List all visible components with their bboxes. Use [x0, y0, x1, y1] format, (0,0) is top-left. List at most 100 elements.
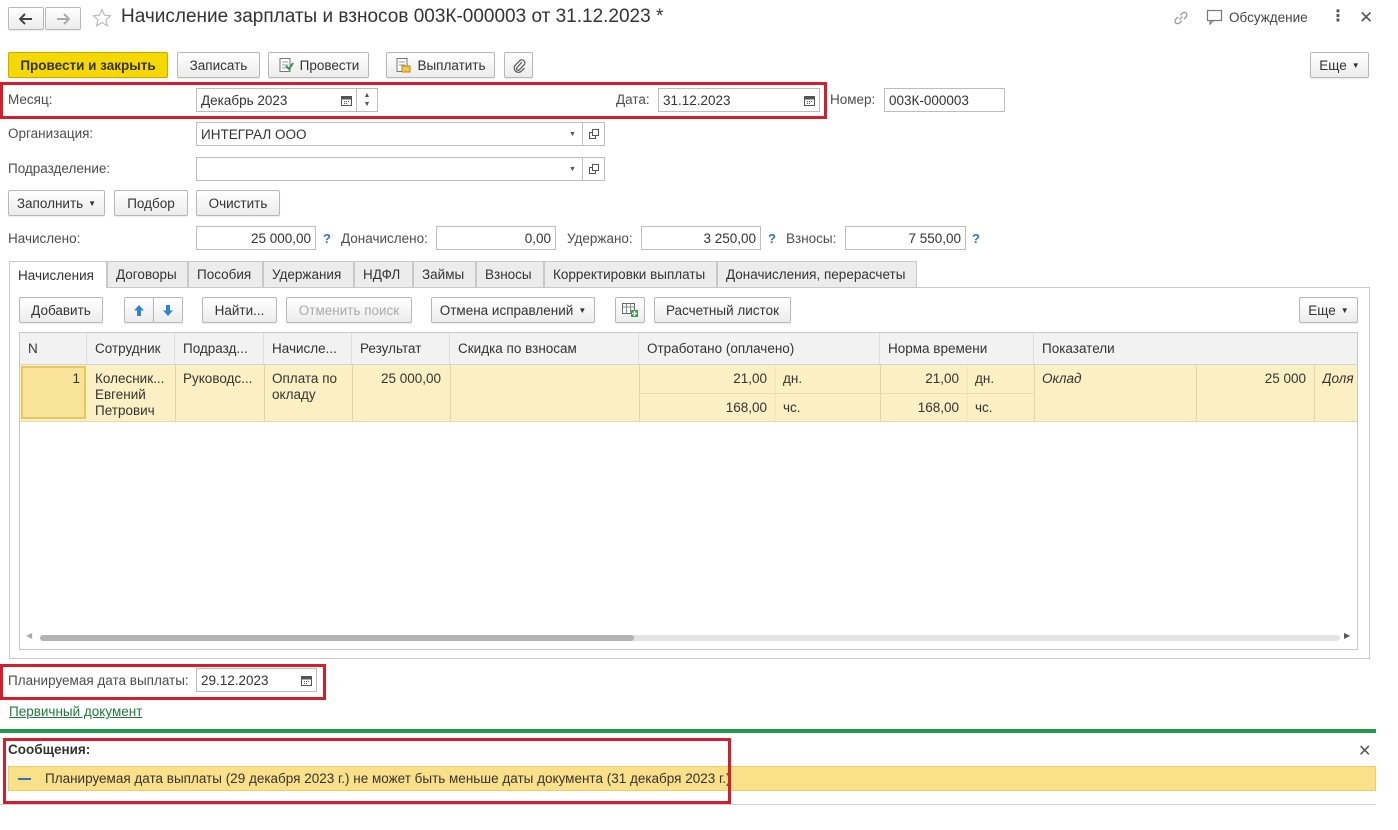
- tab-accruals[interactable]: Начисления: [9, 261, 107, 288]
- pay-date-calendar-button[interactable]: [296, 668, 317, 692]
- bottom-divider: [0, 804, 1376, 805]
- spin-up-icon[interactable]: ▲: [364, 91, 371, 100]
- accrued-help-icon[interactable]: ?: [323, 231, 331, 246]
- tab-deductions[interactable]: Удержания: [263, 261, 354, 287]
- accruals-table: N Сотрудник Подразд... Начисле... Резуль…: [19, 332, 1358, 650]
- column-header-n[interactable]: N: [20, 333, 87, 364]
- horizontal-scrollbar[interactable]: ◀ ▶: [20, 631, 1357, 645]
- kebab-menu-icon[interactable]: ⋮: [1330, 9, 1346, 27]
- accrued-label: Начислено:: [8, 231, 81, 246]
- cell-employee-line1: Колесник...: [95, 371, 165, 386]
- cell-norm-hours: 168,00: [917, 400, 959, 415]
- calendar-icon: [300, 675, 312, 686]
- grid-line: [264, 365, 265, 421]
- cell-norm-days: 21,00: [925, 371, 959, 386]
- cancel-corrections-button[interactable]: Отмена исправлений ▼: [431, 297, 595, 323]
- organization-open-button[interactable]: [583, 122, 605, 146]
- column-header-result[interactable]: Результат: [352, 333, 450, 364]
- table-settings-button[interactable]: [615, 297, 645, 323]
- messages-title: Сообщения:: [8, 742, 91, 757]
- arrow-left-icon: [19, 12, 32, 25]
- organization-label: Организация:: [8, 126, 94, 141]
- more-button[interactable]: Еще ▼: [1310, 52, 1369, 78]
- forward-button[interactable]: [45, 7, 81, 30]
- favorite-star-icon[interactable]: [91, 8, 113, 28]
- contributions-value: 7 550,00: [845, 226, 966, 250]
- grid-line: [639, 393, 1034, 394]
- number-label: Номер:: [830, 92, 876, 107]
- month-input[interactable]: Декабрь 2023: [196, 88, 337, 112]
- tab-payment-adjustments[interactable]: Корректировки выплаты: [544, 261, 717, 287]
- cell-indicator-extra: Доля ...: [1322, 371, 1357, 386]
- clear-button[interactable]: Очистить: [196, 190, 280, 216]
- find-button[interactable]: Найти...: [202, 297, 277, 323]
- back-button[interactable]: [8, 7, 44, 30]
- post-button-label: Провести: [299, 57, 360, 73]
- table-more-button[interactable]: Еще ▼: [1299, 297, 1358, 323]
- column-header-department[interactable]: Подразд...: [175, 333, 264, 364]
- primary-document-link[interactable]: Первичный документ: [9, 704, 142, 719]
- withheld-label: Удержано:: [567, 231, 633, 246]
- date-input[interactable]: 31.12.2023: [658, 88, 800, 112]
- scrollbar-thumb[interactable]: [40, 635, 634, 641]
- add-row-button[interactable]: Добавить: [19, 297, 103, 323]
- open-form-icon: [588, 164, 599, 174]
- date-calendar-button[interactable]: [799, 88, 820, 112]
- link-icon[interactable]: [1172, 9, 1190, 27]
- pay-button[interactable]: Выплатить: [386, 52, 495, 78]
- discussion-button[interactable]: Обсуждение: [1206, 9, 1308, 25]
- department-open-button[interactable]: [583, 157, 605, 181]
- month-calendar-button[interactable]: [336, 88, 357, 112]
- department-dropdown-button[interactable]: ▼: [563, 157, 583, 181]
- column-header-worked[interactable]: Отработано (оплачено): [639, 333, 880, 364]
- table-row[interactable]: 1 Колесник... Евгений Петрович Руководс.…: [20, 365, 1357, 422]
- payslip-button[interactable]: Расчетный листок: [654, 297, 791, 323]
- move-up-button[interactable]: [124, 297, 154, 323]
- number-input[interactable]: 003К-000003: [884, 88, 1005, 112]
- fill-button[interactable]: Заполнить ▼: [8, 190, 105, 216]
- tab-additional-accruals[interactable]: Доначисления, перерасчеты: [717, 261, 917, 287]
- message-item[interactable]: Планируемая дата выплаты (29 декабря 202…: [8, 766, 1376, 791]
- tab-ndfl[interactable]: НДФЛ: [354, 261, 413, 287]
- table-add-icon: [622, 303, 638, 317]
- organization-input[interactable]: ИНТЕГРАЛ ООО: [196, 122, 564, 146]
- column-header-employee[interactable]: Сотрудник: [87, 333, 175, 364]
- scroll-left-icon[interactable]: ◀: [26, 631, 32, 640]
- department-input[interactable]: [196, 157, 564, 181]
- column-header-discount[interactable]: Скидка по взносам: [450, 333, 639, 364]
- pay-date-input[interactable]: 29.12.2023: [196, 668, 297, 692]
- column-header-norm[interactable]: Норма времени: [880, 333, 1034, 364]
- cell-n: 1: [72, 371, 80, 386]
- messages-close-icon[interactable]: ✕: [1358, 741, 1371, 761]
- withheld-help-icon[interactable]: ?: [768, 231, 776, 246]
- spin-down-icon[interactable]: ▼: [364, 100, 371, 109]
- grid-line: [175, 365, 176, 421]
- month-label: Месяц:: [8, 92, 53, 107]
- arrow-down-icon: [163, 304, 173, 316]
- organization-dropdown-button[interactable]: ▼: [563, 122, 583, 146]
- column-header-accrual[interactable]: Начисле...: [264, 333, 352, 364]
- close-icon[interactable]: ✕: [1359, 8, 1375, 27]
- cell-employee-line2: Евгений: [95, 387, 146, 402]
- pick-button[interactable]: Подбор: [114, 190, 188, 216]
- post-and-close-button[interactable]: Провести и закрыть: [8, 52, 168, 78]
- tab-contributions[interactable]: Взносы: [476, 261, 544, 287]
- move-down-button[interactable]: [153, 297, 183, 323]
- scroll-right-icon[interactable]: ▶: [1344, 631, 1350, 640]
- table-more-label: Еще: [1308, 302, 1336, 318]
- month-spin-buttons[interactable]: ▲ ▼: [357, 88, 378, 112]
- post-button[interactable]: Провести: [268, 52, 369, 78]
- save-button[interactable]: Записать: [177, 52, 260, 78]
- cancel-search-button[interactable]: Отменить поиск: [286, 297, 412, 323]
- tab-benefits[interactable]: Пособия: [188, 261, 263, 287]
- attach-button[interactable]: [504, 52, 533, 78]
- cell-accrual-line2: окладу: [272, 387, 316, 402]
- cell-worked-days: 21,00: [733, 371, 767, 386]
- tab-loans[interactable]: Займы: [413, 261, 476, 287]
- tab-contracts[interactable]: Договоры: [107, 261, 188, 287]
- contributions-help-icon[interactable]: ?: [972, 231, 980, 246]
- table-header: N Сотрудник Подразд... Начисле... Резуль…: [20, 333, 1357, 365]
- dropdown-arrow-icon: ▼: [578, 305, 587, 315]
- column-header-indicators[interactable]: Показатели: [1034, 333, 1357, 364]
- cell-worked-days-unit: дн.: [783, 371, 803, 386]
